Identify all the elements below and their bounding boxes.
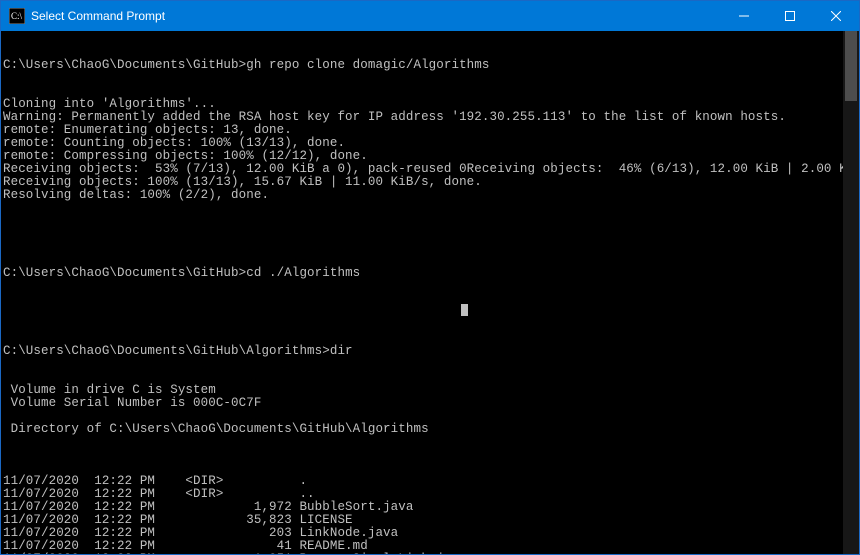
blank-line bbox=[3, 306, 857, 319]
selection-cursor bbox=[461, 304, 468, 316]
output-line: Directory of C:\Users\ChaoG\Documents\Gi… bbox=[3, 423, 857, 436]
prompt-line: C:\Users\ChaoG\Documents\GitHub>gh repo … bbox=[3, 59, 857, 72]
scrollbar[interactable] bbox=[843, 31, 859, 554]
cmd-icon: C:\ bbox=[9, 8, 25, 24]
window-controls bbox=[721, 1, 859, 31]
dir-row: 11/07/2020 12:22 PM 1,051 ReverseSingleL… bbox=[3, 553, 857, 554]
scrollbar-thumb[interactable] bbox=[845, 31, 857, 101]
terminal[interactable]: C:\Users\ChaoG\Documents\GitHub>gh repo … bbox=[1, 31, 859, 554]
prompt-path: C:\Users\ChaoG\Documents\GitHub> bbox=[3, 266, 246, 280]
prompt-path: C:\Users\ChaoG\Documents\GitHub> bbox=[3, 58, 246, 72]
command-text: gh repo clone domagic/Algorithms bbox=[246, 58, 489, 72]
window-title: Select Command Prompt bbox=[31, 9, 165, 23]
minimize-button[interactable] bbox=[721, 1, 767, 31]
output-line bbox=[3, 436, 857, 449]
prompt-line: C:\Users\ChaoG\Documents\GitHub>cd ./Alg… bbox=[3, 267, 857, 280]
svg-text:C:\: C:\ bbox=[11, 11, 23, 21]
prompt-path: C:\Users\ChaoG\Documents\GitHub\Algorith… bbox=[3, 344, 330, 358]
maximize-button[interactable] bbox=[767, 1, 813, 31]
output-line: Resolving deltas: 100% (2/2), done. bbox=[3, 189, 857, 202]
titlebar[interactable]: C:\ Select Command Prompt bbox=[1, 1, 859, 31]
output-line: Volume Serial Number is 000C-0C7F bbox=[3, 397, 857, 410]
blank-line bbox=[3, 228, 857, 241]
command-text: cd ./Algorithms bbox=[246, 266, 360, 280]
command-text: dir bbox=[330, 344, 353, 358]
prompt-line: C:\Users\ChaoG\Documents\GitHub\Algorith… bbox=[3, 345, 857, 358]
close-button[interactable] bbox=[813, 1, 859, 31]
